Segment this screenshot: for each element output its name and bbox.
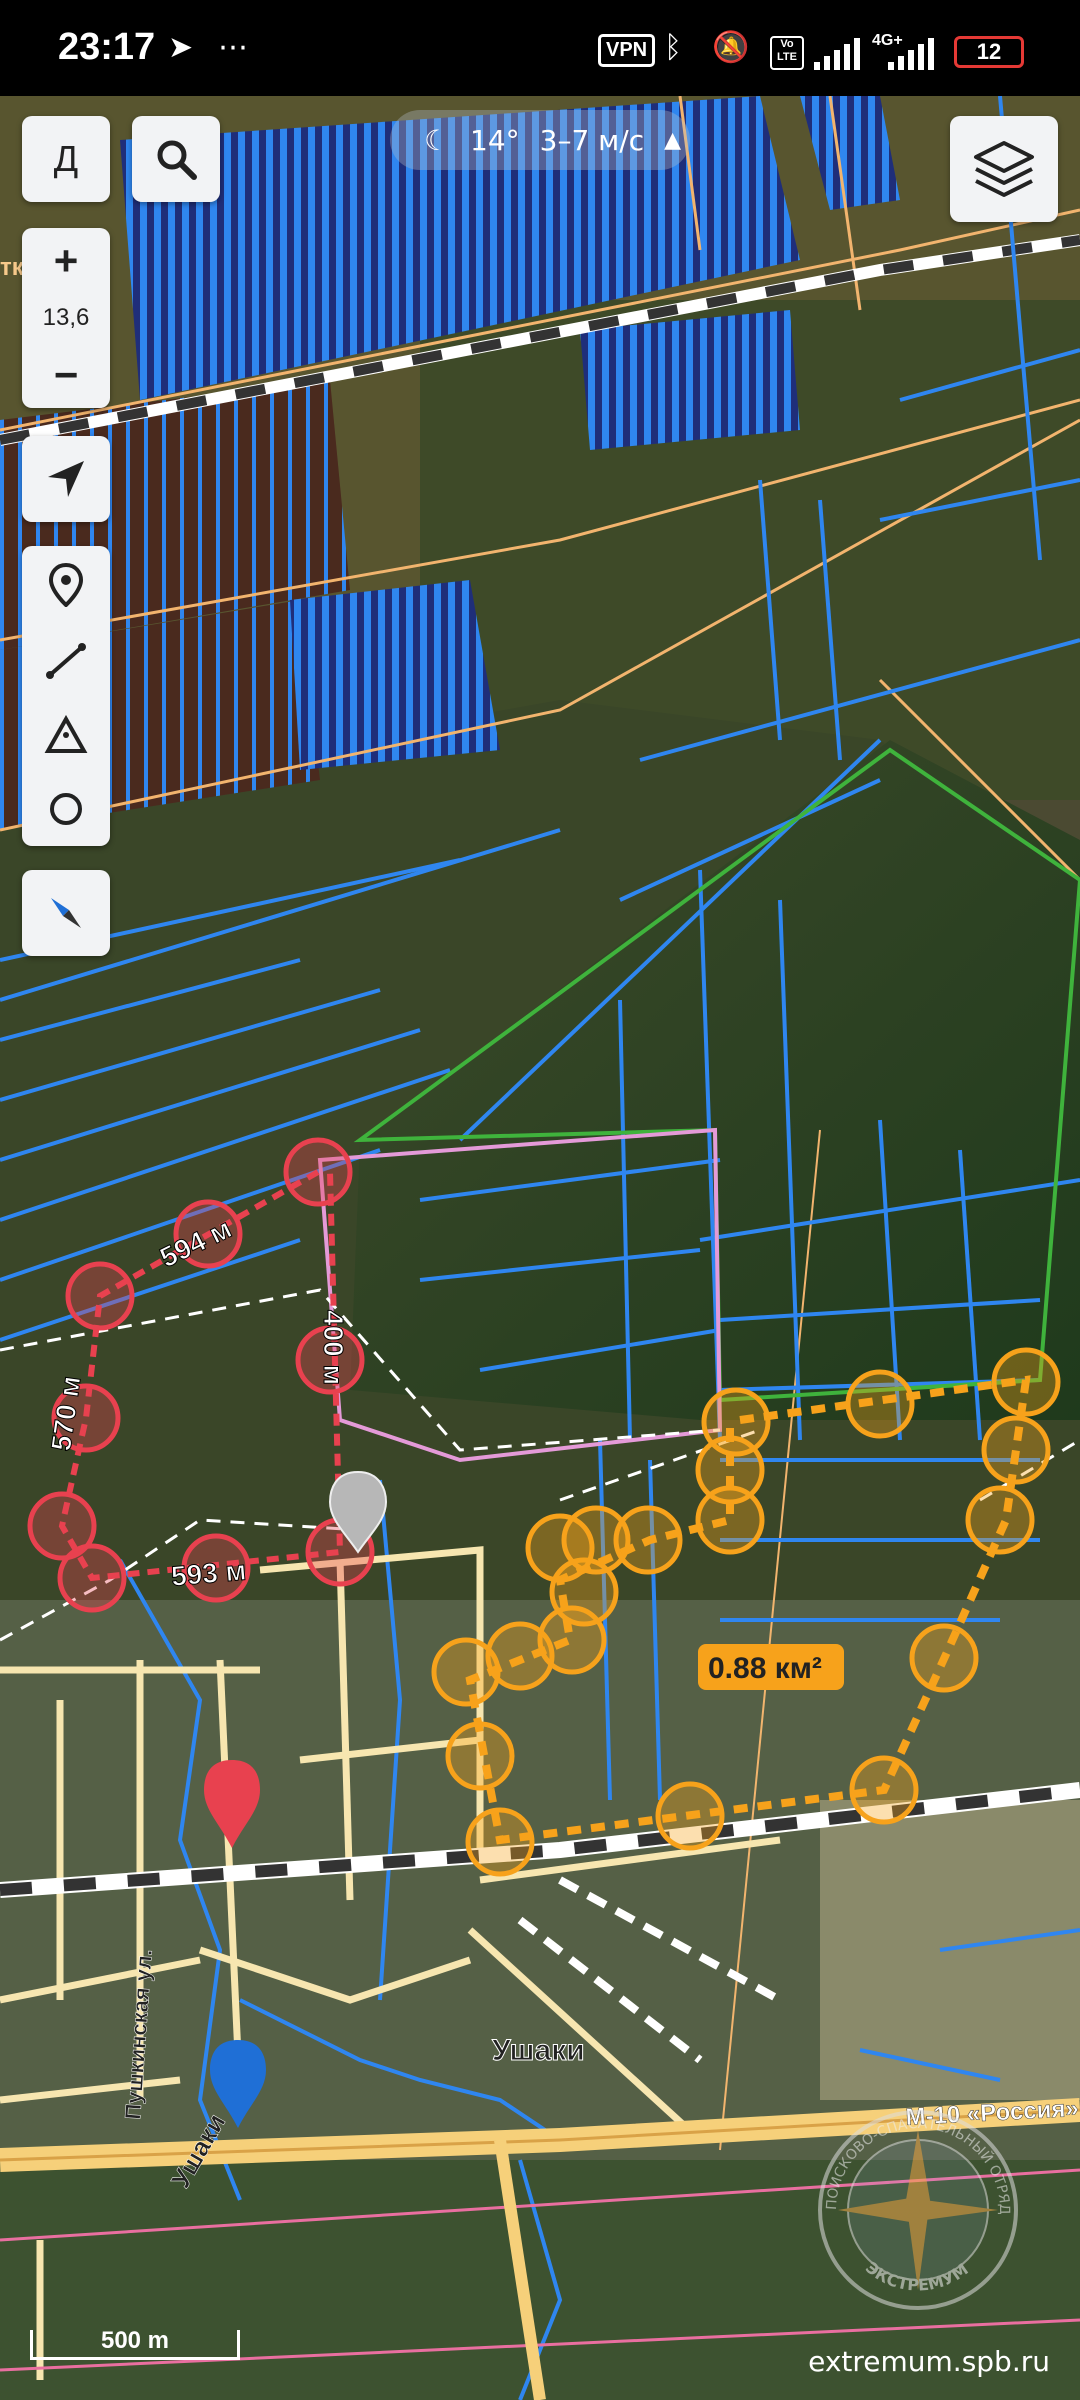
wind-speed: 3–7 м/с [539,123,645,157]
layers-button[interactable] [950,116,1058,222]
telegram-icon: ➤ [168,30,194,65]
circle-tool-icon[interactable] [46,789,86,829]
compass-button[interactable] [22,870,110,956]
d-button[interactable]: Д [22,116,110,202]
battery-icon: 12 [954,36,1024,68]
scale-bar: 500 m [30,2327,240,2360]
volte-top: Vo [780,38,794,50]
battery-level: 12 [976,39,1002,64]
weather-pill[interactable]: ☾ 14° 3–7 м/с ▲ [390,110,690,170]
distance-label-593: 593 м [170,1555,248,1592]
zoom-out-button[interactable]: − [54,354,79,396]
orange-waypoint[interactable] [655,1781,725,1851]
zoom-panel: + 13,6 − [22,228,110,408]
red-waypoint[interactable] [57,1543,127,1613]
scale-bar-label: 500 m [100,2327,170,2354]
red-waypoint[interactable] [65,1261,135,1331]
extremum-logo: ПОИСКОВО-СПАСАТЕЛЬНЫЙ ОТРЯД ЭКСТРЕМУМ [818,2110,1018,2310]
area-label: 0.88 км² [698,1644,844,1690]
orange-waypoint[interactable] [465,1807,535,1877]
layers-icon [974,141,1034,197]
line-tool-icon[interactable] [44,641,88,681]
status-time: 23:17 [58,26,156,68]
satellite-map[interactable]: тки 594 м 570 м 593 м 400 м Ушаки Пушкин… [0,96,1080,2400]
tools-panel [22,546,110,846]
village-label: Ушаки [492,2034,585,2067]
bluetooth-icon: ᛒ [664,30,682,65]
zoom-level: 13,6 [42,304,90,331]
orange-waypoint[interactable] [965,1485,1035,1555]
orange-waypoint[interactable] [909,1623,979,1693]
mute-icon: 🔕 [712,30,750,65]
watermark-url: extremum.spb.ru [808,2345,1050,2378]
orange-waypoint[interactable] [991,1347,1061,1417]
polygon-tool-icon[interactable] [44,715,88,755]
signal-icon-2 [888,38,934,70]
distance-label-400: 400 м [318,1310,349,1385]
orange-waypoint[interactable] [445,1721,515,1791]
signal-icon [814,38,860,70]
d-button-label: Д [53,138,79,179]
status-bar: 23:17 ➤ ⋯ VPN ᛒ 🔕 Vo LTE 4G+ 12 [0,0,1080,96]
orange-waypoint[interactable] [981,1415,1051,1485]
compass-icon [51,898,81,928]
moon-icon: ☾ [424,123,450,157]
vpn-badge: VPN [598,34,656,67]
orange-waypoint[interactable] [849,1755,919,1825]
volte-bottom: LTE [777,51,797,63]
area-label-text: 0.88 км² [708,1652,822,1685]
more-icon: ⋯ [218,30,248,65]
marker-tool-icon[interactable] [47,563,85,607]
red-waypoint[interactable] [283,1137,353,1207]
locate-button[interactable] [22,436,110,522]
zoom-in-button[interactable]: + [54,240,79,282]
search-button[interactable] [132,116,220,202]
wind-direction-icon: ▲ [664,127,682,153]
orange-waypoint[interactable] [845,1369,915,1439]
volte-badge: Vo LTE [770,36,804,70]
orange-waypoint[interactable] [613,1505,683,1575]
orange-waypoint[interactable] [695,1435,765,1505]
navigation-arrow-icon [48,461,84,497]
search-icon [157,140,197,180]
temperature: 14° [470,123,520,157]
